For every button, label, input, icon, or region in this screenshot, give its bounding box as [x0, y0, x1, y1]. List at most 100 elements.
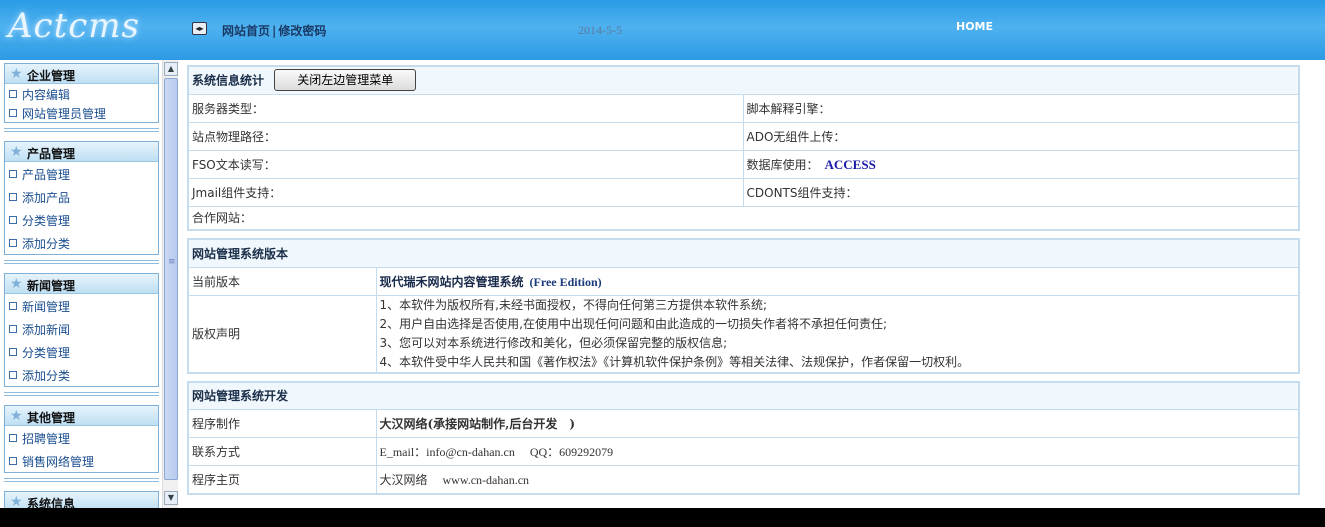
version-edition: (Free Edition)	[529, 274, 602, 289]
info-server-type: 服务器类型：	[187, 93, 744, 123]
copyright-line: 2、用户自由选择是否使用,在使用中出现任何问题和由此造成的一切损失作者将不承担任…	[379, 316, 888, 331]
copyright-text: 1、本软件为版权所有,未经书面授权，不得向任何第三方提供本软件系统; 2、用户自…	[375, 294, 1300, 373]
menu-group-title: 系统信息	[27, 497, 76, 508]
group-divider	[4, 260, 159, 266]
menu-group-title: 新闻管理	[27, 279, 76, 293]
star-icon: ★	[10, 494, 23, 508]
panel-header: 系统信息统计 关闭左边管理菜单	[187, 65, 1300, 95]
menu-group-header[interactable]: ★ 企业管理	[5, 64, 158, 84]
info-physical-path: 站点物理路径：	[187, 121, 744, 151]
info-script-engine: 脚本解释引擎：	[742, 93, 1300, 123]
scroll-up-icon[interactable]: ▲	[164, 62, 178, 76]
menu-group-header[interactable]: ★ 系统信息	[5, 492, 158, 508]
dev-contact-qq: QQ：609292079	[529, 445, 614, 459]
sidebar-item-label: 添加分类	[22, 237, 71, 251]
panel-title: 网站管理系统版本	[187, 238, 1300, 268]
group-divider	[4, 478, 159, 484]
panel-title: 系统信息统计	[192, 73, 265, 88]
sidebar-item-news-category-manage[interactable]: 分类管理	[5, 340, 158, 363]
grip-icon: ≡	[168, 257, 176, 267]
square-bullet-icon	[9, 325, 17, 333]
sidebar-item-admin-manage[interactable]: 网站管理员管理	[5, 103, 158, 122]
sidebar-item-label: 分类管理	[22, 346, 71, 360]
scroll-down-icon[interactable]: ▼	[164, 491, 178, 505]
square-bullet-icon	[9, 302, 17, 310]
info-database-value: ACCESS	[824, 156, 876, 172]
sidebar-item-category-manage[interactable]: 分类管理	[5, 208, 158, 231]
sidebar-item-recruit-manage[interactable]: 招聘管理	[5, 426, 158, 449]
menu-group-enterprise: ★ 企业管理 内容编辑 网站管理员管理	[4, 63, 159, 123]
square-bullet-icon	[9, 109, 17, 117]
nav-home-link[interactable]: 网站首页	[222, 24, 270, 38]
system-info-panel: 系统信息统计 关闭左边管理菜单 服务器类型： 脚本解释引擎： 站点物理路径： A…	[187, 65, 1300, 231]
menu-group-other: ★ 其他管理 招聘管理 销售网络管理	[4, 405, 159, 473]
copyright-line: 3、您可以对本系统进行修改和美化，但必须保留完整的版权信息;	[379, 335, 728, 350]
sidebar-item-sales-network-manage[interactable]: 销售网络管理	[5, 449, 158, 472]
dev-contact-email[interactable]: E_mail：info@cn-dahan.cn	[380, 445, 515, 459]
star-icon: ★	[10, 144, 23, 160]
sidebar-item-label: 新闻管理	[22, 300, 71, 314]
square-bullet-icon	[9, 434, 17, 442]
dev-homepage-label: 程序主页	[187, 465, 377, 494]
dev-maker-label: 程序制作	[187, 409, 377, 438]
menu-group-news: ★ 新闻管理 新闻管理 添加新闻 分类管理 添加分类	[4, 273, 159, 387]
copyright-line: 4、本软件受中华人民共和国《著作权法》《计算机软件保护条例》等相关法律、法规保护…	[379, 354, 970, 369]
development-panel: 网站管理系统开发 程序制作 大汉网络(承接网站制作,后台开发 ) 联系方式 E_…	[187, 380, 1300, 495]
sidebar-item-add-category[interactable]: 添加分类	[5, 231, 158, 254]
copyright-line: 1、本软件为版权所有,未经书面授权，不得向任何第三方提供本软件系统;	[379, 297, 768, 312]
sidebar-item-label: 添加分类	[22, 369, 71, 383]
sidebar: ★ 企业管理 内容编辑 网站管理员管理 ★ 产品管理 产品管理 添加产品 分类管…	[0, 60, 178, 508]
version-product-name: 现代瑞禾网站内容管理系统	[379, 274, 524, 289]
version-panel: 网站管理系统版本 当前版本 现代瑞禾网站内容管理系统 (Free Edition)…	[187, 238, 1300, 374]
main-content: 系统信息统计 关闭左边管理菜单 服务器类型： 脚本解释引擎： 站点物理路径： A…	[187, 65, 1300, 502]
nav-change-password-link[interactable]: 修改密码	[278, 24, 326, 38]
top-header: Actcms ◂▸ 网站首页 | 修改密码 2014-5-5 HOME	[0, 0, 1325, 60]
square-bullet-icon	[9, 457, 17, 465]
version-current-value: 现代瑞禾网站内容管理系统 (Free Edition)	[375, 266, 1300, 296]
menu-group-products: ★ 产品管理 产品管理 添加产品 分类管理 添加分类	[4, 141, 159, 255]
square-bullet-icon	[9, 90, 17, 98]
menu-group-header[interactable]: ★ 产品管理	[5, 142, 158, 162]
sidebar-item-label: 产品管理	[22, 168, 71, 182]
sidebar-item-news-manage[interactable]: 新闻管理	[5, 294, 158, 317]
info-fso: FSO文本读写：	[187, 149, 744, 179]
sidebar-item-product-manage[interactable]: 产品管理	[5, 162, 158, 185]
menu-group-header[interactable]: ★ 其他管理	[5, 406, 158, 426]
square-bullet-icon	[9, 193, 17, 201]
star-icon: ★	[10, 276, 23, 292]
sidebar-item-add-product[interactable]: 添加产品	[5, 185, 158, 208]
sidebar-item-label: 招聘管理	[22, 432, 71, 446]
sidebar-item-label: 销售网络管理	[22, 455, 95, 469]
home-link[interactable]: HOME	[956, 20, 993, 33]
dev-contact-label: 联系方式	[187, 437, 377, 466]
menu-group-header[interactable]: ★ 新闻管理	[5, 274, 158, 294]
dev-homepage-link[interactable]: www.cn-dahan.cn	[443, 473, 530, 487]
logo: Actcms	[8, 6, 140, 46]
app-frame: Actcms ◂▸ 网站首页 | 修改密码 2014-5-5 HOME ★ 企业管理…	[0, 0, 1325, 508]
menu-group-title: 企业管理	[27, 69, 76, 83]
square-bullet-icon	[9, 216, 17, 224]
sidebar-item-label: 添加新闻	[22, 323, 71, 337]
info-partner-sites: 合作网站：	[187, 205, 1300, 231]
sidebar-item-label: 添加产品	[22, 191, 71, 205]
square-bullet-icon	[9, 348, 17, 356]
sidebar-item-content-edit[interactable]: 内容编辑	[5, 84, 158, 103]
sidebar-item-label: 网站管理员管理	[22, 107, 107, 121]
dev-contact-value: E_mail：info@cn-dahan.cn QQ：609292079	[375, 437, 1300, 466]
info-database: 数据库使用： ACCESS	[742, 149, 1300, 179]
dev-maker-value: 大汉网络(承接网站制作,后台开发 )	[375, 409, 1300, 438]
square-bullet-icon	[9, 371, 17, 379]
group-divider	[4, 128, 159, 134]
sidebar-menu: ★ 企业管理 内容编辑 网站管理员管理 ★ 产品管理 产品管理 添加产品 分类管…	[0, 60, 162, 508]
scroll-thumb[interactable]: ≡	[164, 78, 178, 480]
sidebar-item-news-add-category[interactable]: 添加分类	[5, 363, 158, 386]
info-cdonts: CDONTS组件支持：	[742, 177, 1300, 207]
sidebar-item-add-news[interactable]: 添加新闻	[5, 317, 158, 340]
star-icon: ★	[10, 66, 23, 82]
menu-group-system: ★ 系统信息	[4, 491, 159, 508]
toggle-arrows-icon[interactable]: ◂▸	[192, 22, 207, 35]
info-jmail: Jmail组件支持：	[187, 177, 744, 207]
sidebar-item-label: 内容编辑	[22, 88, 71, 102]
sidebar-scrollbar[interactable]: ▲ ≡ ▼	[162, 60, 178, 508]
close-left-menu-button[interactable]: 关闭左边管理菜单	[274, 69, 417, 92]
